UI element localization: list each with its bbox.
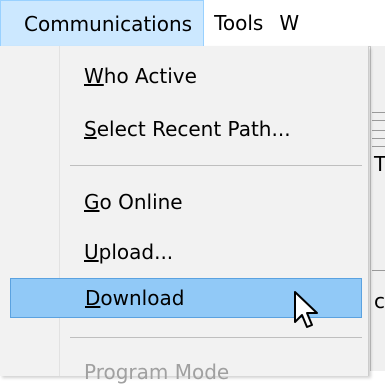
background-divider: [372, 120, 385, 121]
menu-tools[interactable]: Tools: [204, 0, 273, 46]
menu-item-label: Program Mode: [84, 360, 230, 384]
menu-item-label: Who Active: [84, 64, 197, 88]
menu-window[interactable]: W: [273, 0, 309, 46]
background-text-fragment: T: [374, 152, 385, 176]
background-text-fragment: c: [374, 289, 385, 313]
menu-item-program-mode: Program Mode: [0, 352, 368, 392]
background-divider: [372, 138, 385, 139]
menu-item-label: Download: [85, 286, 185, 310]
background-divider: [372, 130, 385, 131]
menu-communications-label: Communications: [24, 11, 193, 36]
menu-tools-label: Tools: [214, 11, 264, 35]
menu-separator: [70, 165, 362, 166]
menu-separator: [70, 337, 362, 338]
background-divider: [372, 146, 385, 147]
menu-item-who-active[interactable]: Who Active: [0, 56, 368, 96]
menu-item-upload[interactable]: Upload...: [0, 232, 368, 272]
menu-item-go-online[interactable]: Go Online: [0, 182, 368, 222]
background-window: [370, 46, 385, 371]
menu-window-label: W: [279, 11, 300, 35]
menu-item-label: Go Online: [84, 190, 183, 214]
menu-item-label: Select Recent Path...: [84, 117, 291, 141]
background-divider: [372, 112, 385, 113]
background-divider: [372, 270, 385, 271]
menu-bar: Communications Tools W: [0, 0, 385, 47]
menu-item-label: Upload...: [84, 240, 174, 264]
menu-item-select-recent-path[interactable]: Select Recent Path...: [0, 109, 368, 149]
menu-communications[interactable]: Communications: [0, 0, 205, 46]
arrow-pointer-icon: [294, 291, 318, 328]
